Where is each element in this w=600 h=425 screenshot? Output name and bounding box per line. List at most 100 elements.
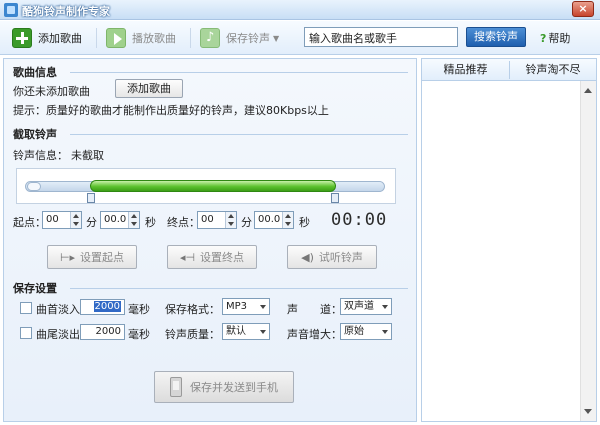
ringtone-info-label: 铃声信息：	[13, 149, 68, 162]
set-start-icon: ⊢▸	[59, 250, 76, 264]
fade-out-value: 2000	[95, 326, 121, 337]
start-minute-value: 00	[46, 214, 59, 225]
tab-endless-ringtones[interactable]: 铃声淘不尽	[510, 59, 596, 81]
scroll-down-icon[interactable]	[583, 406, 594, 417]
vertical-scrollbar[interactable]	[580, 81, 596, 421]
window-title: 酷狗铃声制作专家	[22, 5, 110, 18]
save-and-send-label: 保存并发送到手机	[190, 381, 278, 394]
fade-in-value: 2000	[93, 301, 121, 312]
toolbar-divider	[96, 28, 97, 48]
spinner-arrows-icon[interactable]	[282, 212, 293, 228]
quality-select[interactable]: 默认	[222, 323, 270, 340]
close-button[interactable]: ×	[572, 1, 594, 17]
fade-out-checkbox[interactable]	[20, 327, 32, 339]
start-second-value: 00.0	[104, 214, 127, 225]
set-end-icon: ◂⊣	[179, 250, 196, 264]
gain-label: 声音增大：	[287, 328, 342, 341]
second-unit: 秒	[145, 216, 156, 229]
quality-tip: 提示：质量好的歌曲才能制作出质量好的铃声，建议80Kbps以上	[13, 104, 329, 117]
chevron-down-icon	[382, 305, 388, 309]
quality-value: 默认	[226, 326, 246, 337]
chevron-down-icon: ▼	[273, 33, 280, 43]
channel-label: 声 道：	[287, 303, 342, 316]
play-song-label: 播放歌曲	[132, 32, 176, 45]
spinner-arrows-icon[interactable]	[128, 212, 139, 228]
end-label: 终点：	[167, 216, 200, 229]
gain-value: 原始	[344, 326, 364, 337]
add-song-label: 添加歌曲	[38, 32, 82, 45]
preview-label: 试听铃声	[318, 251, 363, 264]
channel-select[interactable]: 双声道	[340, 298, 392, 315]
speaker-icon: ◀)	[301, 250, 314, 264]
fade-out-input[interactable]: 2000	[80, 324, 125, 340]
title-bar: 酷狗铃声制作专家 ×	[0, 0, 600, 20]
fade-out-label: 曲尾淡出	[36, 328, 80, 341]
set-start-button[interactable]: ⊢▸ 设置起点	[47, 245, 137, 269]
divider	[70, 288, 408, 289]
add-song-toolbar-button[interactable]: 添加歌曲	[12, 26, 82, 50]
divider	[70, 134, 408, 135]
ms-unit: 毫秒	[128, 328, 150, 341]
set-start-label: 设置起点	[80, 251, 125, 264]
format-select[interactable]: MP3	[222, 298, 270, 315]
spinner-arrows-icon[interactable]	[70, 212, 81, 228]
chevron-down-icon	[382, 330, 388, 334]
timer-display: 00:00	[331, 210, 388, 230]
second-unit: 秒	[299, 216, 310, 229]
search-input[interactable]: 输入歌曲名或歌手	[304, 27, 458, 47]
add-icon	[12, 28, 32, 48]
fade-in-label: 曲首淡入	[36, 303, 80, 316]
save-ringtone-button[interactable]: 保存铃声 ▼	[200, 26, 279, 50]
ringtone-info-value: 未截取	[71, 149, 104, 162]
format-label: 保存格式：	[165, 303, 220, 316]
start-minute-spinner[interactable]: 00	[42, 211, 82, 229]
end-minute-value: 00	[201, 214, 214, 225]
quality-label: 铃声质量：	[165, 328, 220, 341]
save-and-send-button[interactable]: 保存并发送到手机	[154, 371, 294, 403]
help-label: 帮助	[548, 32, 571, 45]
song-status: 你还未添加歌曲	[13, 85, 90, 98]
tab-featured[interactable]: 精品推荐	[422, 59, 509, 81]
recommendation-panel: 精品推荐 铃声淘不尽	[421, 58, 597, 422]
save-settings-title: 保存设置	[13, 282, 57, 295]
help-icon: ?	[540, 32, 547, 45]
phone-icon	[170, 377, 182, 397]
search-button[interactable]: 搜索铃声	[466, 27, 526, 47]
fade-in-checkbox[interactable]	[20, 302, 32, 314]
ms-unit: 毫秒	[128, 303, 150, 316]
tab-bar: 精品推荐 铃声淘不尽	[422, 59, 596, 81]
toolbar: 添加歌曲 播放歌曲 保存铃声 ▼ 输入歌曲名或歌手 搜索铃声 ?帮助	[0, 21, 600, 55]
set-end-label: 设置终点	[200, 251, 245, 264]
save-ringtone-label: 保存铃声	[226, 32, 270, 45]
start-marker[interactable]	[87, 193, 95, 203]
end-minute-spinner[interactable]: 00	[197, 211, 237, 229]
preview-button[interactable]: ◀) 试听铃声	[287, 245, 377, 269]
app-icon	[4, 3, 18, 17]
toolbar-divider	[190, 28, 191, 48]
channel-value: 双声道	[344, 301, 374, 312]
add-song-button[interactable]: 添加歌曲	[115, 79, 183, 98]
spinner-arrows-icon[interactable]	[225, 212, 236, 228]
minute-unit: 分	[241, 216, 252, 229]
slider-track-start	[27, 182, 41, 191]
divider	[70, 72, 408, 73]
play-song-button[interactable]: 播放歌曲	[106, 26, 176, 50]
end-second-spinner[interactable]: 00.0	[254, 211, 294, 229]
chevron-down-icon	[260, 305, 266, 309]
start-second-spinner[interactable]: 00.0	[100, 211, 140, 229]
editor-panel: 歌曲信息 你还未添加歌曲 添加歌曲 提示：质量好的歌曲才能制作出质量好的铃声，建…	[3, 58, 417, 422]
help-link[interactable]: ? 帮助	[540, 30, 570, 46]
cut-range-slider[interactable]	[16, 168, 396, 204]
end-marker[interactable]	[331, 193, 339, 203]
song-info-title: 歌曲信息	[13, 66, 57, 79]
cut-ringtone-title: 截取铃声	[13, 128, 57, 141]
end-second-value: 00.0	[258, 214, 281, 225]
format-value: MP3	[226, 301, 248, 312]
gain-select[interactable]: 原始	[340, 323, 392, 340]
fade-in-input[interactable]: 2000	[80, 299, 125, 315]
selected-range[interactable]	[90, 180, 336, 192]
play-icon	[106, 28, 126, 48]
set-end-button[interactable]: ◂⊣ 设置终点	[167, 245, 257, 269]
minute-unit: 分	[86, 216, 97, 229]
scroll-up-icon[interactable]	[583, 85, 594, 96]
